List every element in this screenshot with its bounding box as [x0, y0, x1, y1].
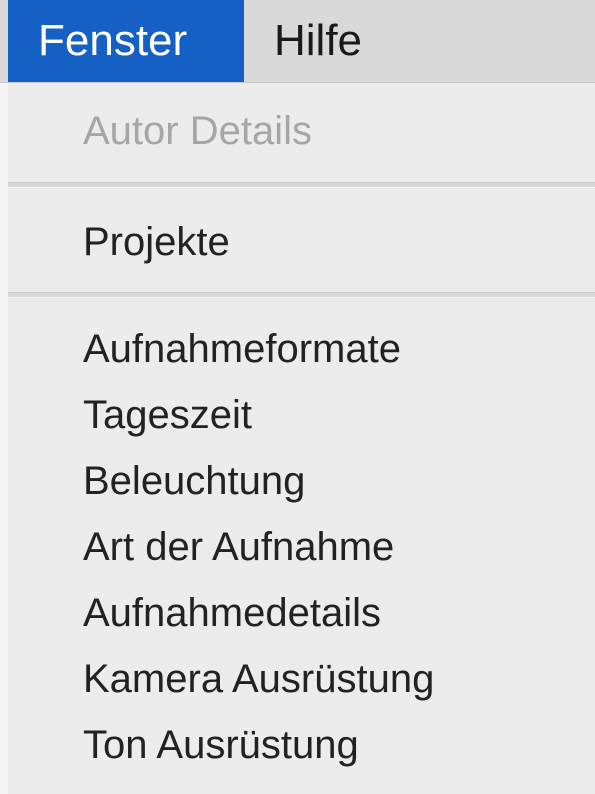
menu-left-edge: [0, 83, 8, 794]
menu-bar: Fenster Hilfe: [0, 0, 595, 83]
fenster-dropdown-menu: Autor Details Projekte Aufnahmeformate T…: [8, 83, 595, 794]
menu-item-beleuchtung[interactable]: Beleuchtung: [8, 459, 595, 504]
menu-item-tageszeit[interactable]: Tageszeit: [8, 393, 595, 438]
menu-item-art-der-aufnahme[interactable]: Art der Aufnahme: [8, 525, 595, 570]
menu-item-ton-ausruestung[interactable]: Ton Ausrüstung: [8, 723, 595, 768]
menu-item-aufnahmeformate[interactable]: Aufnahmeformate: [8, 327, 595, 372]
menu-item-kamera-ausruestung[interactable]: Kamera Ausrüstung: [8, 657, 595, 702]
menu-item-projekte[interactable]: Projekte: [8, 220, 595, 265]
menu-hilfe[interactable]: Hilfe: [244, 0, 364, 82]
menu-item-autor-details: Autor Details: [83, 109, 312, 153]
screen: Fenster Hilfe Autor Details Projekte Auf…: [0, 0, 595, 794]
menu-item-aufnahmedetails[interactable]: Aufnahmedetails: [8, 591, 595, 636]
menu-separator: [8, 292, 595, 298]
menu-fenster[interactable]: Fenster: [8, 0, 244, 82]
menu-separator: [8, 182, 595, 188]
